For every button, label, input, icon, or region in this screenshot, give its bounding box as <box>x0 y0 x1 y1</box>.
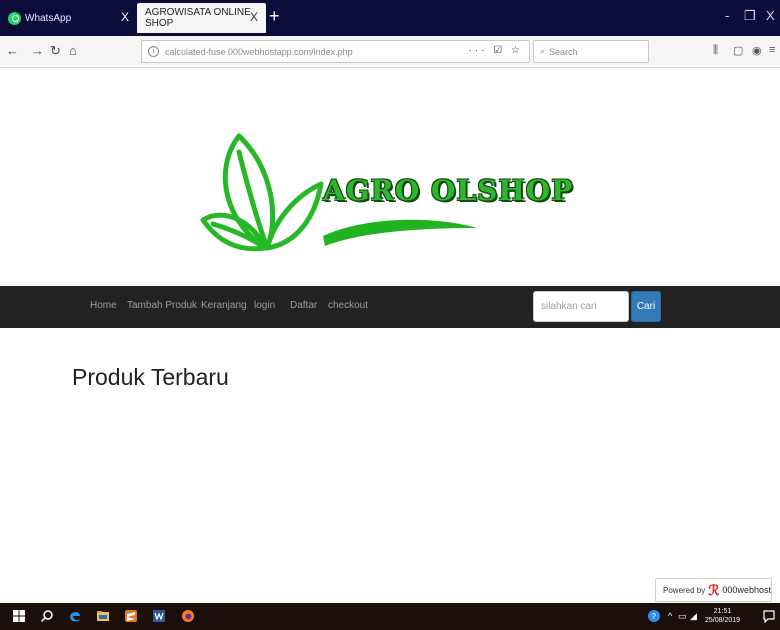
nav-checkout[interactable]: checkout <box>328 300 368 311</box>
site-brand[interactable]: AGRO OLSHOP <box>323 174 573 207</box>
nav-tambah-produk[interactable]: Tambah Produk <box>127 300 197 311</box>
firefox-icon[interactable] <box>181 609 195 623</box>
new-tab-button[interactable]: + <box>269 6 280 26</box>
tab-close-button[interactable]: X <box>250 11 258 23</box>
url-bar[interactable]: i calculated-fuse 000webhostapp.com/inde… <box>141 40 530 63</box>
file-explorer-icon[interactable] <box>96 609 110 623</box>
clock[interactable]: 21:51 25/08/2019 <box>705 607 740 625</box>
nav-home[interactable]: Home <box>90 300 117 311</box>
word-icon[interactable] <box>152 609 166 623</box>
library-icon[interactable]: ⫼ <box>713 44 718 57</box>
cortana-search-icon[interactable] <box>40 609 54 623</box>
browser-toolbar: ← → ↻ ⌂ i calculated-fuse 000webhostapp.… <box>0 36 780 68</box>
tray-chevron-icon[interactable]: ^ <box>668 611 672 621</box>
clock-date: 25/08/2019 <box>705 617 741 624</box>
account-icon[interactable]: ◉ <box>752 44 762 57</box>
network-icon[interactable]: ◢ <box>690 611 697 622</box>
section-title: Produk Terbaru <box>72 364 229 390</box>
menu-icon[interactable]: ≡ <box>769 44 775 56</box>
notification-icon[interactable] <box>763 609 775 625</box>
help-icon[interactable]: ? <box>647 609 661 625</box>
nav-login[interactable]: login <box>254 300 275 311</box>
browser-search-placeholder: Search <box>549 46 578 57</box>
tab-close-button[interactable]: X <box>121 11 129 23</box>
browser-tab-strip: WhatsApp X AGROWISATA ONLINE SHOP X + - … <box>0 0 780 36</box>
page-actions-icon[interactable]: ··· ☑ ☆ <box>469 45 523 56</box>
battery-icon[interactable]: ▭ <box>678 611 687 622</box>
reload-icon[interactable]: ↻ <box>50 43 61 59</box>
info-icon[interactable]: i <box>148 46 159 57</box>
windows-taskbar: ? ^ ▭ ◢ 21:51 25/08/2019 <box>0 603 780 630</box>
browser-search-box[interactable]: ⌕ Search <box>533 40 649 63</box>
powered-by-label: Powered by <box>663 585 706 595</box>
site-navbar: Home Tambah Produk Keranjang login Dafta… <box>0 286 780 328</box>
nav-keranjang[interactable]: Keranjang <box>201 300 247 311</box>
sublime-icon[interactable] <box>124 609 138 623</box>
powered-by-host: 000webhost <box>722 585 771 595</box>
whatsapp-icon <box>8 11 21 25</box>
tab-agrowisata[interactable]: AGROWISATA ONLINE SHOP X <box>137 3 266 33</box>
minimize-button[interactable]: - <box>725 8 729 23</box>
site-search-input[interactable] <box>533 291 629 322</box>
windows-start-icon[interactable] <box>12 609 26 623</box>
home-icon[interactable]: ⌂ <box>69 43 77 58</box>
close-window-button[interactable]: X <box>766 8 775 23</box>
maximize-button[interactable]: ❐ <box>744 8 756 24</box>
tab-whatsapp[interactable]: WhatsApp X <box>0 3 137 33</box>
sidebar-icon[interactable]: ▢ <box>733 44 743 57</box>
webhost-logo-icon: ℛ <box>708 581 720 598</box>
tab-label: WhatsApp <box>25 12 72 24</box>
search-icon: ⌕ <box>540 46 546 56</box>
search-button[interactable]: Cari <box>631 291 661 322</box>
clock-time: 21:51 <box>713 608 732 615</box>
edge-icon[interactable] <box>68 609 82 623</box>
forward-icon[interactable]: → <box>31 43 44 58</box>
tab-label: AGROWISATA ONLINE SHOP <box>145 7 251 29</box>
svg-text:?: ? <box>652 612 657 621</box>
powered-by-badge[interactable]: Powered by ℛ 000webhost <box>655 578 772 602</box>
nav-daftar[interactable]: Daftar <box>290 300 317 311</box>
url-text: calculated-fuse 000webhostapp.com/index.… <box>165 46 353 57</box>
back-icon[interactable]: ← <box>6 43 19 58</box>
